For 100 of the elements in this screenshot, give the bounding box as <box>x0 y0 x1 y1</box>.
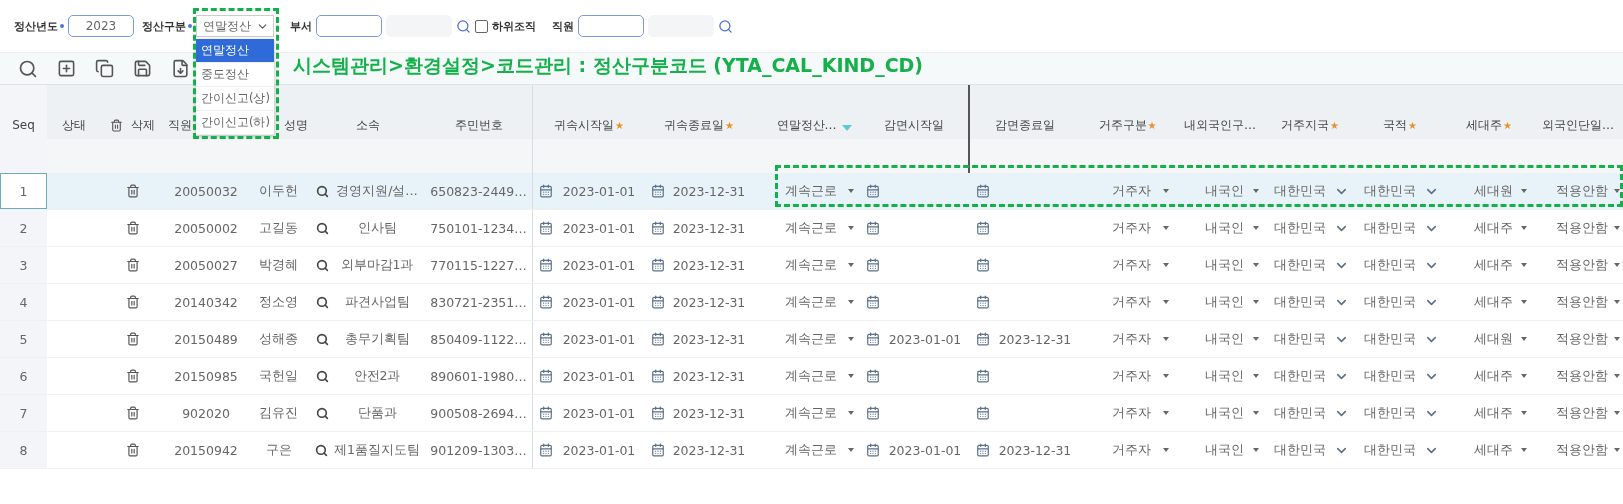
column-header[interactable]: 성명 <box>284 116 308 134</box>
table-cell: 2023-12-31 <box>671 442 747 458</box>
row-number: 1 <box>0 173 47 209</box>
table-cell-text: 2023-01-01 <box>887 331 963 347</box>
table-row[interactable]: 8 20150942 구은 제1품질지도팀 901209-1303… 2023-01-01 2023-12-31 계속근로 2023-01-01 2023-12-31 거주자 내국인 대한민국 대한민국 세대주 적용안함 <box>0 432 1623 469</box>
column-header[interactable]: 소속 <box>355 116 380 134</box>
row-number: 8 <box>0 432 47 468</box>
column-header[interactable]: 귀속종료일★ <box>664 116 734 134</box>
table-cell-text: 내국인 <box>1203 219 1245 237</box>
dropdown-option[interactable]: 연말정산 <box>196 39 274 63</box>
table-row[interactable]: 1 20050032 이두헌 경영지원/설… 650823-2449… 2023-01-01 2023-12-31 계속근로 거주자 내국인 대한민국 대한민국 세대원 적용안함 <box>0 173 1623 210</box>
column-header[interactable]: 주민번호 <box>454 116 503 134</box>
table-cell-text: 거주자 <box>1111 219 1152 237</box>
table-cell-text: 대한민국 <box>1362 330 1417 348</box>
table-cell-text: 김유진 <box>258 404 299 422</box>
column-header[interactable]: 삭제 <box>131 116 155 134</box>
table-cell-text: 거주자 <box>1111 367 1152 385</box>
table-cell-text: 국헌일 <box>258 367 299 385</box>
table-cell-text: 거주자 <box>1111 330 1152 348</box>
table-cell: 2023-12-31 <box>671 405 747 421</box>
table-cell-text: 대한민국 <box>1362 293 1417 311</box>
column-header[interactable]: Seq <box>12 118 35 132</box>
column-header[interactable]: 세대주★ <box>1466 116 1512 134</box>
table-cell-text: 20140342 <box>173 294 239 310</box>
column-header[interactable]: 직원 <box>168 116 192 134</box>
dropdown-option[interactable]: 간이신고(하) <box>196 111 274 135</box>
table-cell: 적용안함 <box>1556 330 1608 348</box>
column-header[interactable]: 거주지국★ <box>1281 116 1339 134</box>
table-cell-text: 내국인 <box>1203 293 1245 311</box>
table-cell-text: 2023-01-01 <box>561 257 637 273</box>
table-row[interactable]: 3 20050027 박경혜 외부마감1과 770115-1227… 2023-01-01 2023-12-31 계속근로 거주자 내국인 대한민국 대한민국 세대주 적용안함 <box>0 247 1623 284</box>
table-cell-text: 세대주 <box>1472 256 1514 274</box>
table-cell: 2023-12-31 <box>671 220 747 236</box>
column-header[interactable]: 연말정산… <box>776 116 837 134</box>
table-cell-text: 세대원 <box>1472 330 1514 348</box>
column-header[interactable]: 국적★ <box>1383 116 1417 134</box>
table-cell-text: 2023-12-31 <box>997 331 1073 347</box>
table-cell-text: 내국인 <box>1203 367 1245 385</box>
table-cell: 적용안함 <box>1556 404 1608 422</box>
table-cell-text: 대한민국 <box>1362 219 1417 237</box>
table-cell-text: 대한민국 <box>1272 330 1327 348</box>
table-cell-text: 이두헌 <box>258 182 299 200</box>
table-cell-text: 거주자 <box>1111 293 1152 311</box>
table-cell-text: 파견사업팀 <box>343 293 411 311</box>
table-row[interactable]: 7 902020 김유진 단품과 900508-2694… 2023-01-01 2023-12-31 계속근로 거주자 내국인 대한민국 대한민국 세대주 적용안함 <box>0 395 1623 432</box>
table-row[interactable]: 2 20050002 고길동 인사팀 750101-1234… 2023-01-01 2023-12-31 계속근로 거주자 내국인 대한민국 대한민국 세대주 적용안함 <box>0 210 1623 247</box>
table-cell-text: 2023-01-01 <box>561 442 637 458</box>
table-cell-text: 대한민국 <box>1272 404 1327 422</box>
field-label: 정산구분 <box>142 18 192 34</box>
column-header[interactable]: 귀속시작일★ <box>554 116 624 134</box>
table-cell-text: 20150942 <box>173 442 239 458</box>
table-cell-text: 계속근로 <box>783 367 838 385</box>
column-header[interactable]: 감면종료일 <box>995 116 1055 134</box>
table-cell: 적용안함 <box>1556 441 1608 459</box>
table-cell-text: 계속근로 <box>783 293 838 311</box>
column-header[interactable]: 상태 <box>61 116 86 134</box>
table-cell: 850409-1122… <box>430 331 527 347</box>
dropdown-option[interactable]: 간이신고(상) <box>196 87 274 111</box>
column-header[interactable]: 외국인단일… <box>1542 116 1614 134</box>
table-cell: 2023-12-31 <box>671 294 747 310</box>
table-cell-text: 902020 <box>181 405 231 421</box>
dropdown-option[interactable]: 중도정산 <box>196 63 274 87</box>
table-cell: 적용안함 <box>1556 293 1608 311</box>
column-header[interactable]: 거주구분★ <box>1098 116 1157 134</box>
settlement-select[interactable]: 연말정산 <box>196 15 274 37</box>
table-cell-text: 2023-01-01 <box>887 442 963 458</box>
table-cell-text: 내국인 <box>1203 256 1245 274</box>
table-cell-text: 20050027 <box>173 257 239 273</box>
table-cell: 2023-12-31 <box>671 257 747 273</box>
table-row[interactable]: 4 20140342 정소영 파견사업팀 830721-2351… 2023-01-01 2023-12-31 계속근로 거주자 내국인 대한민국 대한민국 세대주 적용안함 <box>0 284 1623 321</box>
checkbox-label: 하위조직 <box>492 18 536 34</box>
table-cell: 770115-1227… <box>430 257 527 273</box>
table-cell-text: 대한민국 <box>1362 182 1417 200</box>
table-cell-text: 2023-01-01 <box>561 368 637 384</box>
table-cell-text: 총무기획팀 <box>343 330 411 348</box>
table-cell-text: 계속근로 <box>783 219 838 237</box>
table-cell: 830721-2351… <box>430 294 527 310</box>
table-cell-text: 2023-12-31 <box>997 442 1073 458</box>
table-cell: 적용안함 <box>1556 182 1608 200</box>
table-cell: 2023-12-31 <box>671 331 747 347</box>
table-cell: 적용안함 <box>1556 256 1608 274</box>
table-cell-text: 20150489 <box>173 331 239 347</box>
row-number: 4 <box>0 284 47 320</box>
table-row[interactable]: 6 20150985 국헌일 안전2과 890601-1980… 2023-01-01 2023-12-31 계속근로 거주자 내국인 대한민국 대한민국 세대주 적용안함 <box>0 358 1623 395</box>
column-header[interactable]: 내외국인구… <box>1184 116 1256 134</box>
column-header[interactable]: 감면시작일 <box>884 116 944 134</box>
table-cell-text: 계속근로 <box>783 256 838 274</box>
table-cell: 경영지원/설… <box>335 182 419 200</box>
table-cell-text: 세대주 <box>1472 219 1514 237</box>
table-cell-text: 대한민국 <box>1272 219 1327 237</box>
table-cell-text: 내국인 <box>1203 182 1245 200</box>
year-field[interactable]: 2023 <box>68 15 134 37</box>
table-cell-text: 계속근로 <box>783 330 838 348</box>
table-cell-text: 인사팀 <box>356 219 398 237</box>
field-label: 직원 <box>552 18 574 34</box>
table-cell-text: 대한민국 <box>1362 441 1417 459</box>
table-cell-text: 세대주 <box>1472 441 1514 459</box>
table-cell-text: 내국인 <box>1203 441 1245 459</box>
table-cell: 900508-2694… <box>430 405 527 421</box>
table-row[interactable]: 5 20150489 성해종 총무기획팀 850409-1122… 2023-01-01 2023-12-31 계속근로 2023-01-01 2023-12-31 거주자 내국인 대한민국 대한민국 세대원 적용안함 <box>0 321 1623 358</box>
